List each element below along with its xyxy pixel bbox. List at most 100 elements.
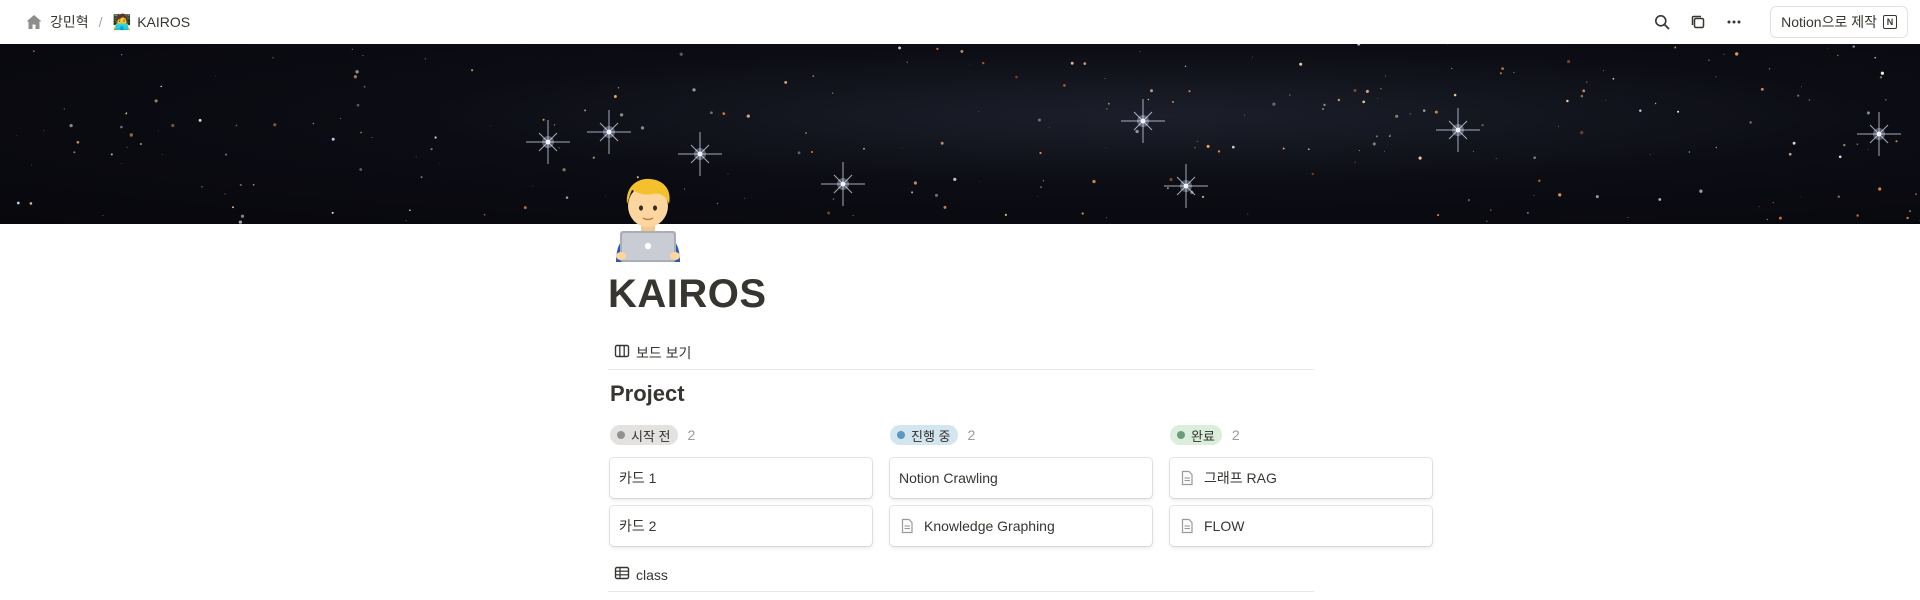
status-pill[interactable]: 시작 전 [610, 425, 678, 445]
document-icon [1179, 518, 1195, 534]
star [1874, 56, 1876, 59]
bright-star [678, 132, 722, 176]
board-card[interactable]: 카드 1 [610, 458, 872, 498]
star [470, 68, 474, 72]
star [1708, 59, 1710, 61]
star [1800, 86, 1802, 88]
board-card[interactable]: 카드 2 [610, 506, 872, 546]
star [1385, 75, 1386, 77]
card-title: FLOW [1204, 518, 1245, 534]
star [1715, 76, 1717, 78]
star [409, 209, 411, 212]
star [1486, 220, 1488, 222]
duplicate-icon[interactable] [1684, 8, 1712, 36]
star [1107, 102, 1110, 105]
star [810, 150, 814, 154]
star [1808, 99, 1811, 101]
breadcrumb-workspace[interactable]: 강민혁 [20, 8, 93, 36]
star [120, 54, 123, 56]
board-card[interactable]: FLOW [1170, 506, 1432, 546]
star [1688, 151, 1691, 153]
star [832, 198, 835, 200]
star [979, 180, 980, 182]
star [1037, 195, 1039, 197]
star [978, 111, 980, 113]
star [363, 85, 366, 88]
status-pill[interactable]: 진행 중 [890, 425, 958, 445]
status-pill[interactable]: 완료 [1170, 425, 1222, 445]
board-card[interactable]: Notion Crawling [890, 458, 1152, 498]
board-column: 시작 전 2 카드 1 카드 2 [610, 420, 872, 546]
star [331, 137, 335, 141]
star [340, 117, 342, 119]
star [239, 183, 242, 187]
star [1083, 62, 1087, 65]
star [1884, 98, 1887, 101]
star [1856, 143, 1859, 146]
linked-view-tabs: class [608, 558, 1314, 592]
star [812, 75, 815, 78]
more-icon[interactable] [1720, 8, 1748, 36]
column-header: 완료 2 [1170, 420, 1432, 450]
star [1377, 98, 1378, 100]
star [225, 153, 228, 156]
star [1037, 118, 1041, 122]
star [430, 147, 433, 151]
top-bar: 강민혁 / 🧑‍💻 KAIROS Notion으로 제작 N [0, 0, 1920, 44]
top-actions: Notion으로 제작 N [1648, 6, 1908, 38]
page-icon[interactable] [608, 176, 688, 262]
star [1867, 148, 1869, 150]
breadcrumb-workspace-label: 강민혁 [50, 14, 89, 30]
star [1723, 53, 1725, 55]
board-card[interactable]: 그래프 RAG [1170, 458, 1432, 498]
star [1147, 98, 1150, 101]
star [273, 123, 277, 127]
star [619, 113, 624, 117]
star [160, 85, 162, 88]
bright-star [1121, 99, 1165, 143]
star [1490, 209, 1492, 211]
star [940, 141, 944, 145]
view-tab-table[interactable]: class [608, 561, 674, 589]
star [532, 185, 534, 187]
galaxy-stars [16, 44, 1920, 224]
star [1206, 144, 1210, 148]
star [1495, 157, 1497, 160]
bright-star [1436, 108, 1480, 152]
star [953, 177, 957, 181]
star [1895, 140, 1898, 143]
status-label: 시작 전 [631, 428, 671, 444]
star [1453, 93, 1457, 97]
star [746, 114, 750, 118]
star [102, 214, 104, 216]
star [1674, 46, 1677, 49]
star [371, 136, 373, 139]
view-tab-board[interactable]: 보드 보기 [608, 339, 697, 367]
star [1837, 195, 1840, 198]
star [911, 191, 914, 194]
card-title: 카드 1 [619, 470, 657, 486]
page-emoji-icon: 🧑‍💻 [112, 13, 132, 31]
star [1105, 147, 1107, 149]
star [1533, 156, 1537, 160]
star [1772, 201, 1774, 204]
page-title[interactable]: KAIROS [608, 272, 767, 317]
search-icon[interactable] [1648, 8, 1676, 36]
star [1451, 67, 1453, 69]
star [16, 134, 18, 136]
database-title[interactable]: Project [610, 381, 685, 407]
star [605, 195, 607, 196]
star [1282, 147, 1285, 150]
star [215, 75, 217, 77]
breadcrumb-page[interactable]: 🧑‍💻 KAIROS [109, 8, 195, 36]
star [1838, 155, 1842, 159]
made-with-notion-button[interactable]: Notion으로 제작 N [1770, 6, 1908, 38]
star [692, 88, 696, 92]
star [744, 197, 746, 199]
board-card[interactable]: Knowledge Graphing [890, 506, 1152, 546]
star [1580, 130, 1584, 135]
star [1627, 216, 1629, 218]
star [1135, 129, 1139, 134]
star [1150, 89, 1153, 93]
breadcrumb-page-label: KAIROS [137, 14, 191, 30]
